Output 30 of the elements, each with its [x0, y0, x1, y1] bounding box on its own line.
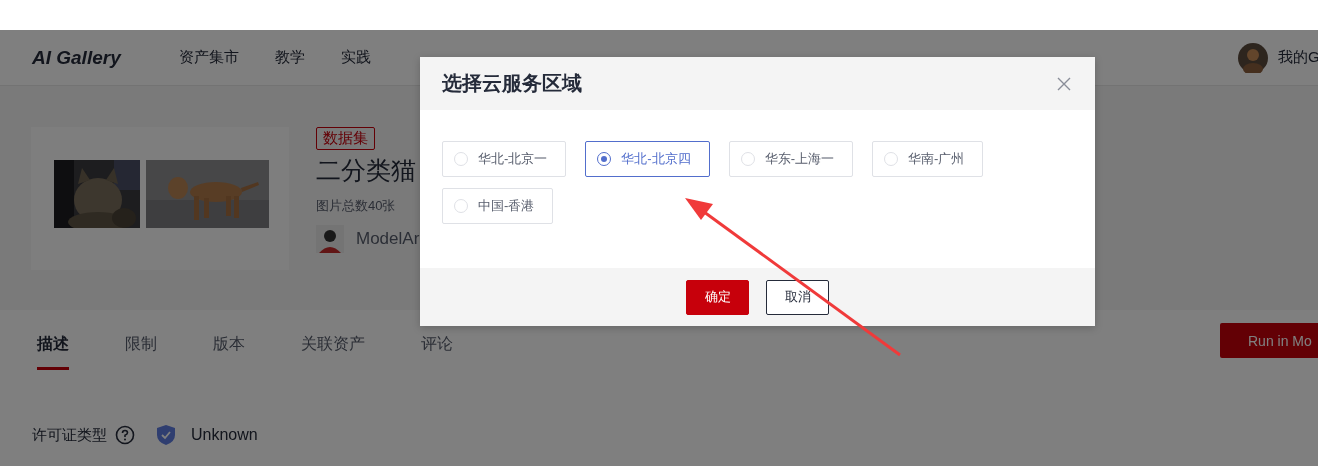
- image-count: 图片总数40张: [316, 197, 396, 215]
- help-icon[interactable]: [115, 425, 135, 445]
- nav-item[interactable]: 资产集市: [178, 48, 239, 67]
- avatar-icon[interactable]: [1238, 42, 1268, 73]
- region-option[interactable]: 华东-上海一: [728, 141, 854, 177]
- logo[interactable]: AI Gallery: [32, 46, 121, 69]
- confirm-button[interactable]: 确定: [686, 279, 749, 315]
- dataset-title: 二分类猫: [316, 155, 416, 186]
- author-name[interactable]: ModelAr: [356, 229, 420, 249]
- tab[interactable]: 评论: [421, 334, 453, 370]
- person-icon: [316, 225, 344, 253]
- nav-item[interactable]: 教学: [274, 48, 305, 67]
- shield-icon: [155, 424, 177, 446]
- tab[interactable]: 版本: [213, 334, 245, 370]
- tab[interactable]: 关联资产: [301, 334, 365, 370]
- dataset-tag: 数据集: [316, 127, 375, 150]
- dialog-title: 选择云服务区域: [442, 71, 582, 96]
- region-option[interactable]: 华南-广州: [872, 141, 984, 177]
- tab[interactable]: 描述: [37, 334, 69, 370]
- license-label: 许可证类型: [32, 425, 107, 445]
- tab[interactable]: 限制: [125, 334, 157, 370]
- license-value: Unknown: [191, 426, 258, 444]
- run-button[interactable]: Run in Mo: [1220, 323, 1318, 358]
- close-icon[interactable]: [1057, 76, 1071, 91]
- nav-item[interactable]: 实践: [340, 48, 371, 67]
- region-option[interactable]: 中国-香港: [442, 188, 554, 224]
- cancel-button[interactable]: 取消: [766, 279, 829, 315]
- user-menu[interactable]: 我的G: [1278, 48, 1318, 67]
- region-option[interactable]: 华北-北京一: [442, 141, 567, 177]
- region-option[interactable]: 华北-北京四: [585, 141, 710, 177]
